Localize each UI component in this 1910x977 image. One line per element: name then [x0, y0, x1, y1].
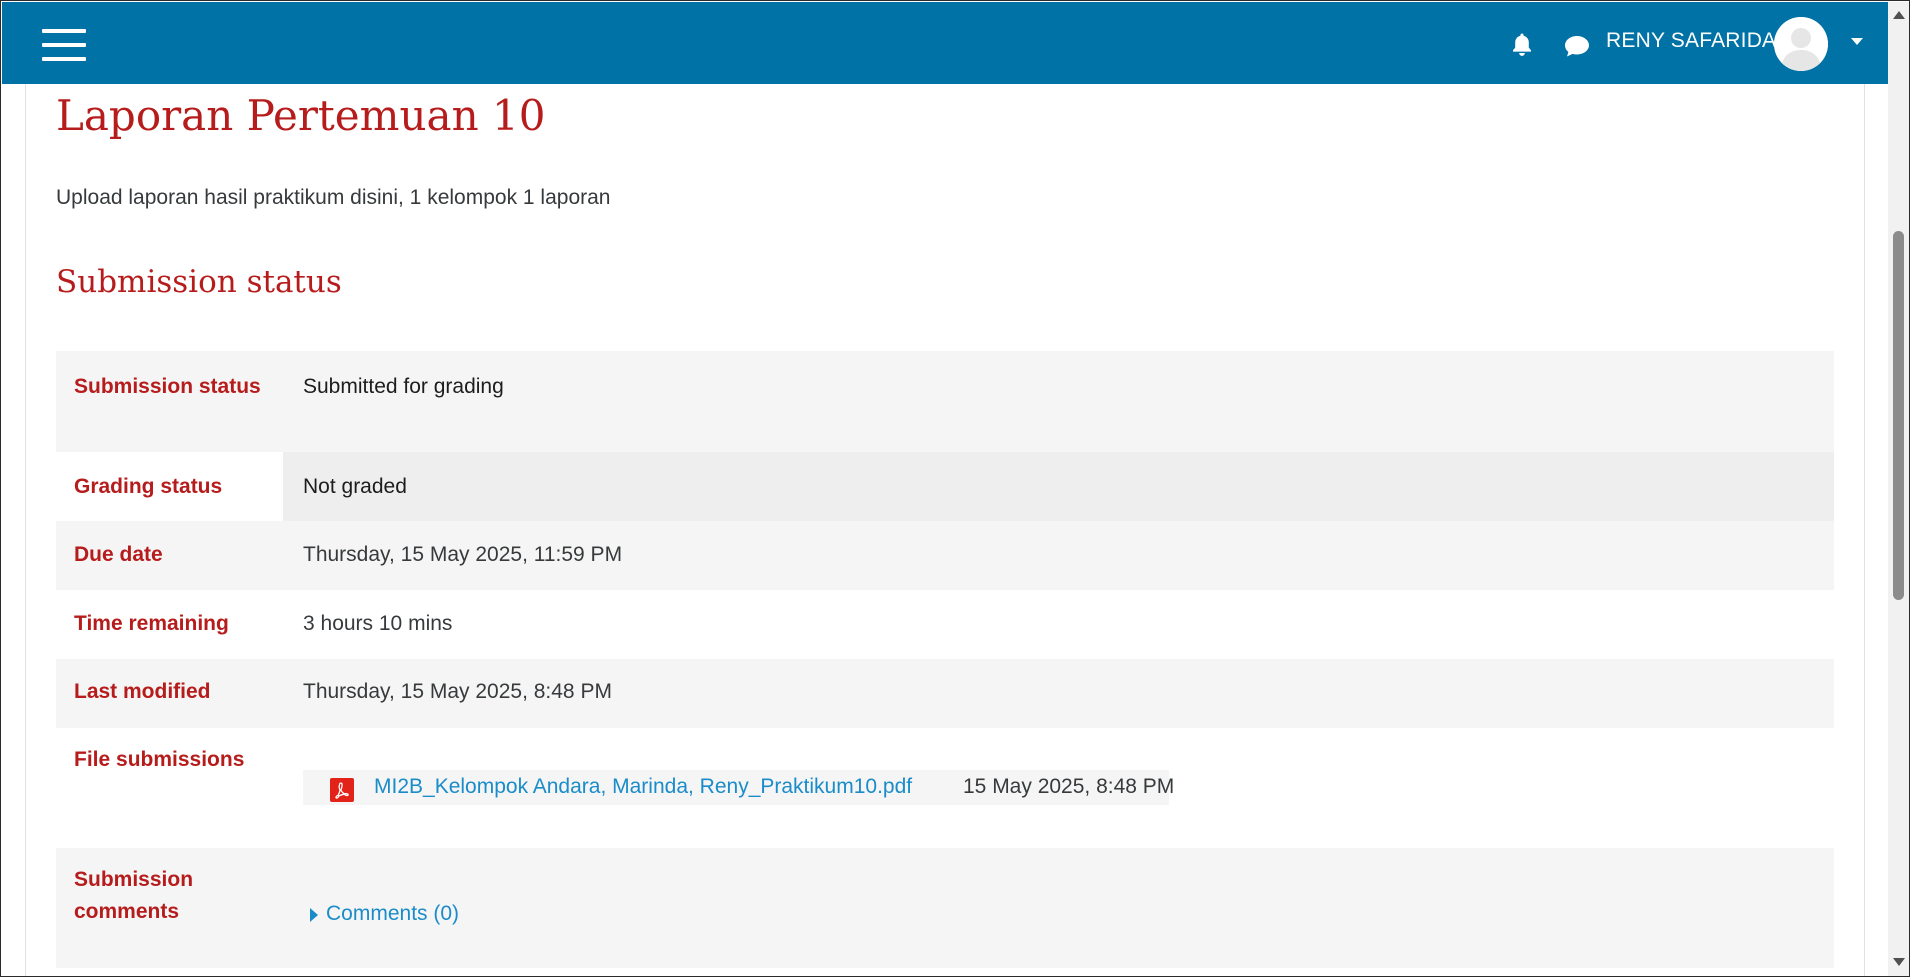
time-remaining-value: 3 hours 10 mins	[303, 612, 453, 635]
chevron-down-icon[interactable]	[1851, 38, 1863, 45]
page-title: Laporan Pertemuan 10	[56, 91, 546, 140]
hamburger-icon[interactable]	[42, 29, 86, 61]
comments-link[interactable]: Comments (0)	[326, 898, 459, 930]
submission-comments-label: Submission comments	[74, 868, 194, 923]
bell-icon[interactable]	[1510, 32, 1534, 58]
browser-window: RENY SAFARIDA Laporan Pertemuan 10 Uploa…	[0, 0, 1910, 977]
scroll-up-arrow-icon[interactable]	[1893, 11, 1905, 19]
file-download-link[interactable]: MI2B_Kelompok Andara, Marinda, Reny_Prak…	[374, 771, 912, 803]
grading-status-cell	[283, 452, 1834, 521]
vertical-scrollbar[interactable]	[1888, 2, 1909, 976]
submission-status-value: Submitted for grading	[303, 375, 504, 398]
grading-status-label: Grading status	[74, 475, 223, 498]
grading-status-value: Not graded	[303, 475, 407, 498]
user-avatar-icon	[1774, 17, 1828, 71]
due-date-value: Thursday, 15 May 2025, 11:59 PM	[303, 543, 623, 566]
submission-status-label: Submission status	[74, 375, 261, 398]
due-date-label: Due date	[74, 543, 163, 566]
last-modified-value: Thursday, 15 May 2025, 8:48 PM	[303, 680, 612, 703]
time-remaining-label: Time remaining	[74, 612, 229, 635]
assignment-intro: Upload laporan hasil praktikum disini, 1…	[56, 186, 611, 209]
table-row-file-submissions: File submissions MI2B_Kelompok Andara, M…	[56, 728, 1834, 848]
table-row-submission-status: Submission status Submitted for grading	[56, 351, 1834, 452]
top-navbar: RENY SAFARIDA	[2, 2, 1888, 84]
file-modified-date: 15 May 2025, 8:48 PM	[963, 775, 1175, 798]
scroll-down-arrow-icon[interactable]	[1893, 958, 1905, 966]
avatar[interactable]	[1774, 17, 1828, 71]
submission-status-heading: Submission status	[56, 264, 342, 300]
submission-status-table: Submission status Submitted for grading …	[56, 351, 1834, 968]
scroll-thumb[interactable]	[1893, 231, 1904, 600]
table-row-submission-comments: Submission comments Comments (0)	[56, 848, 1834, 968]
table-row-grading-status: Grading status Not graded	[56, 452, 1834, 521]
table-row-due-date: Due date Thursday, 15 May 2025, 11:59 PM	[56, 521, 1834, 590]
table-row-time-remaining: Time remaining 3 hours 10 mins	[56, 590, 1834, 659]
last-modified-label: Last modified	[74, 680, 211, 703]
file-item: MI2B_Kelompok Andara, Marinda, Reny_Prak…	[303, 770, 1174, 805]
file-submissions-label: File submissions	[74, 748, 245, 771]
user-name[interactable]: RENY SAFARIDA	[1606, 29, 1776, 53]
pdf-icon	[330, 778, 354, 802]
caret-right-icon	[310, 908, 318, 922]
table-row-last-modified: Last modified Thursday, 15 May 2025, 8:4…	[56, 659, 1834, 728]
chat-icon[interactable]	[1563, 34, 1591, 58]
